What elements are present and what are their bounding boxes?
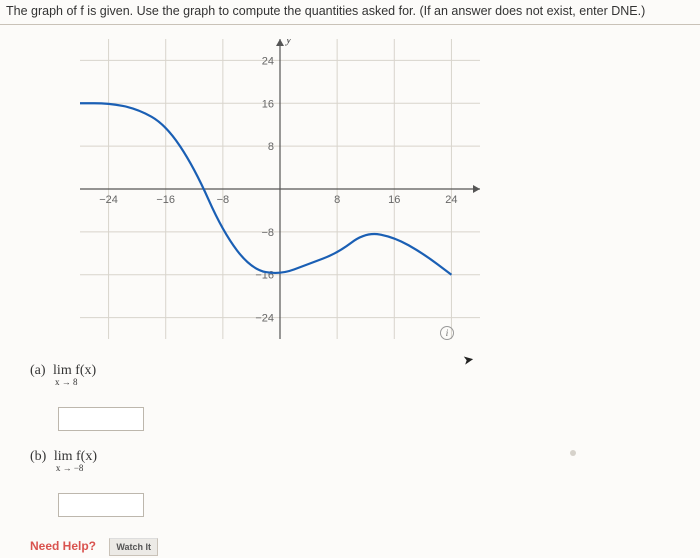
need-help-label: Need Help? <box>30 539 96 553</box>
question-a-subscript: x → 8 <box>55 377 96 387</box>
graph-of-f: −24−16−881624−24−16−881624xy <box>80 39 480 339</box>
svg-text:24: 24 <box>445 194 457 206</box>
svg-text:24: 24 <box>262 55 274 67</box>
need-help-row: Need Help? Watch It <box>30 538 158 556</box>
instruction-text: The graph of f is given. Use the graph t… <box>0 0 700 25</box>
svg-text:8: 8 <box>334 194 340 206</box>
svg-text:−8: −8 <box>261 227 274 239</box>
watch-it-button[interactable]: Watch It <box>109 538 158 556</box>
graph-container: −24−16−881624−24−16−881624xy <box>0 25 700 339</box>
question-b-label: (b) <box>30 449 46 465</box>
question-b-expression: lim f(x) <box>54 449 97 464</box>
answer-input-b[interactable] <box>58 493 144 517</box>
question-a-label: (a) <box>30 363 46 379</box>
svg-text:16: 16 <box>388 194 400 206</box>
svg-text:−24: −24 <box>255 313 274 325</box>
question-b-subscript: x → −8 <box>56 463 97 473</box>
svg-text:y: y <box>285 39 292 46</box>
svg-text:−16: −16 <box>156 194 175 206</box>
info-icon[interactable]: i <box>440 326 454 340</box>
svg-text:16: 16 <box>262 98 274 110</box>
question-b: (b) lim f(x) x → −8 <box>30 449 700 473</box>
decorative-dot <box>570 450 576 456</box>
question-a-expression: lim f(x) <box>53 363 96 378</box>
svg-text:−24: −24 <box>99 194 118 206</box>
answer-input-a[interactable] <box>58 407 144 431</box>
svg-text:−8: −8 <box>217 194 230 206</box>
svg-text:8: 8 <box>268 141 274 153</box>
question-a: (a) lim f(x) x → 8 <box>30 363 700 387</box>
